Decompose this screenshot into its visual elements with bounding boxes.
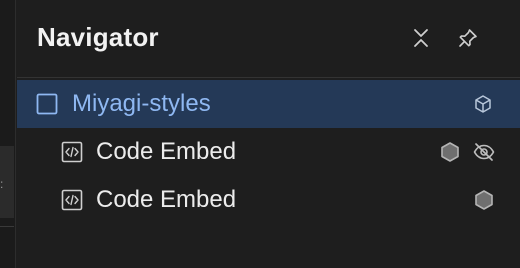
body-square-icon <box>36 93 58 115</box>
navigator-panel: Navigator Miyagi-styles Code Embed Code … <box>17 0 520 268</box>
tree-row-code-embed-2[interactable]: Code Embed <box>17 176 520 224</box>
code-embed-icon <box>61 141 83 163</box>
navigator-window: : Navigator Miyagi-styles Code Embed Cod… <box>0 0 520 268</box>
code-embed-icon <box>61 189 83 211</box>
hexagon-icon[interactable] <box>438 140 462 164</box>
navigator-header: Navigator <box>17 0 520 78</box>
eye-off-icon[interactable] <box>472 140 496 164</box>
pin-panel-button[interactable] <box>454 24 482 52</box>
pin-icon <box>459 29 477 47</box>
collapse-all-button[interactable] <box>407 24 435 52</box>
gutter-divider <box>0 226 14 227</box>
panel-title: Navigator <box>37 22 159 52</box>
tree-row-code-embed-1[interactable]: Code Embed <box>17 128 520 176</box>
collapse-icon <box>414 29 428 47</box>
tree-row-label: Code Embed <box>96 138 237 165</box>
tree-row-miyagi-styles[interactable]: Miyagi-styles <box>17 80 520 128</box>
navigator-tree: Miyagi-styles Code Embed Code Embed <box>17 80 520 224</box>
hexagon-icon[interactable] <box>472 188 496 212</box>
canvas-gutter <box>0 0 16 268</box>
tree-row-label: Miyagi-styles <box>72 90 211 117</box>
component-cube-icon[interactable] <box>471 92 495 116</box>
gutter-tab-handle: : <box>0 177 4 191</box>
tree-row-label: Code Embed <box>96 186 237 213</box>
